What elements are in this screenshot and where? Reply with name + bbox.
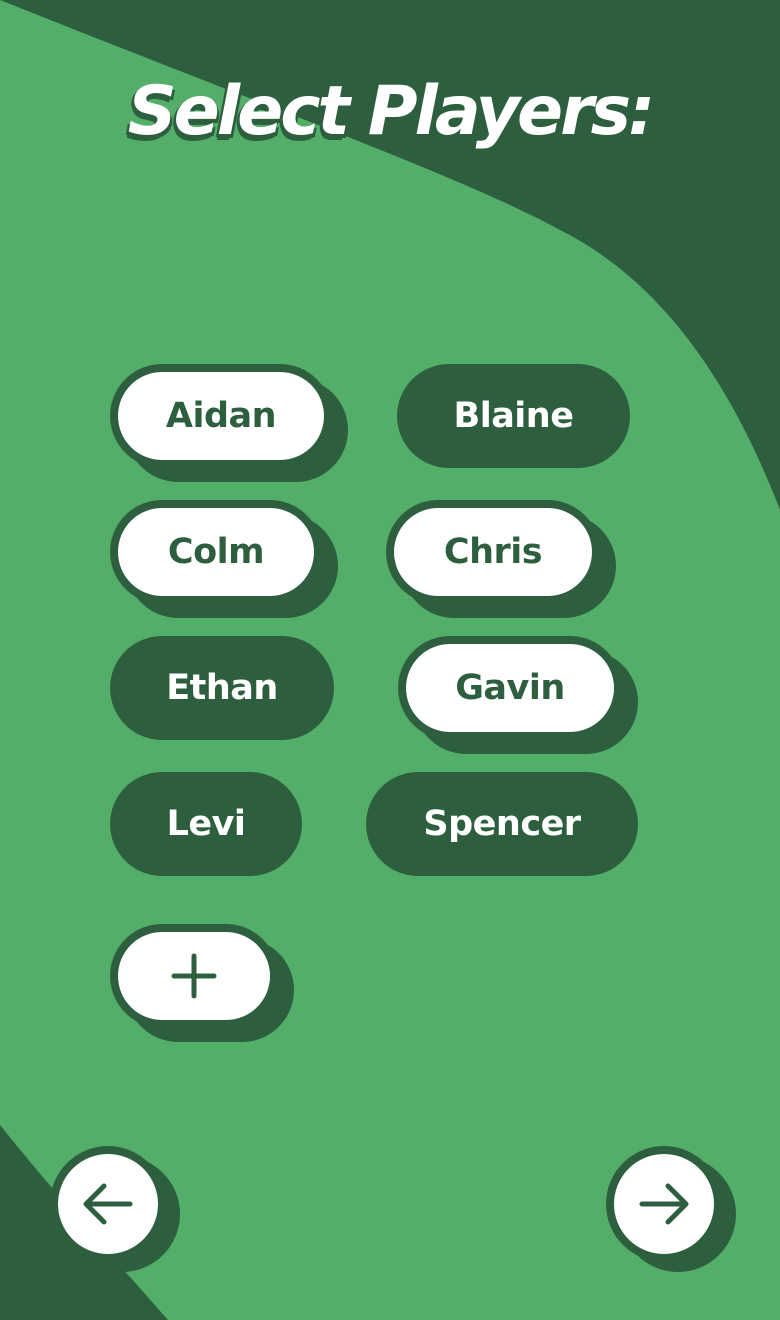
player-pill-aidan[interactable]: Aidan bbox=[110, 364, 332, 468]
player-pill-chris[interactable]: Chris bbox=[386, 500, 600, 604]
player-name: Levi bbox=[166, 804, 246, 844]
player-name: Chris bbox=[443, 532, 543, 572]
arrow-left-icon bbox=[82, 1182, 134, 1226]
player-name: Colm bbox=[167, 532, 265, 572]
player-pill-gavin[interactable]: Gavin bbox=[398, 636, 622, 740]
player-name: Gavin bbox=[455, 668, 565, 708]
next-button[interactable] bbox=[606, 1146, 722, 1262]
add-player-button[interactable] bbox=[110, 924, 278, 1028]
plus-icon bbox=[170, 952, 218, 1000]
player-name: Blaine bbox=[453, 396, 574, 436]
player-pill-spencer[interactable]: Spencer bbox=[366, 772, 638, 876]
player-name: Aidan bbox=[165, 396, 277, 436]
back-button[interactable] bbox=[50, 1146, 166, 1262]
page-title: Select Players: bbox=[127, 72, 656, 151]
player-name: Spencer bbox=[423, 804, 581, 844]
player-pill-blaine[interactable]: Blaine bbox=[397, 364, 630, 468]
player-name: Ethan bbox=[166, 668, 278, 708]
player-pill-levi[interactable]: Levi bbox=[110, 772, 302, 876]
arrow-right-icon bbox=[638, 1182, 690, 1226]
player-pill-ethan[interactable]: Ethan bbox=[110, 636, 334, 740]
player-pill-colm[interactable]: Colm bbox=[110, 500, 322, 604]
